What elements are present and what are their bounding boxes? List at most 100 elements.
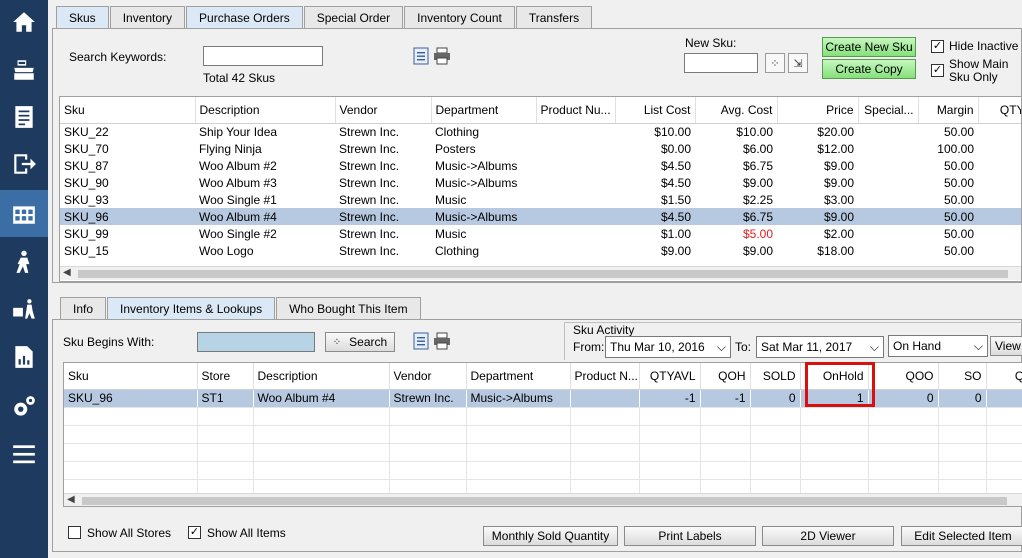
barcode-scan-icon[interactable]: ⇲ (788, 53, 808, 73)
search-keywords-input[interactable] (203, 46, 323, 66)
item-column-header[interactable]: Store (197, 363, 254, 390)
sku-table-cell (858, 191, 918, 208)
activity-mode-select[interactable]: On Hand ⌵ (888, 335, 988, 357)
sku-table-row[interactable]: SKU_70 Flying Ninja Strewn Inc. Posters $0.0… (60, 140, 1021, 157)
create-new-sku-button[interactable]: Create New Sku (822, 37, 916, 57)
sku-column-header[interactable]: Price (777, 97, 859, 124)
sku-begins-with-input[interactable] (197, 332, 315, 352)
tab-special-order[interactable]: Special Order (303, 6, 404, 28)
generate-sku-icon[interactable]: ⁘ (765, 53, 785, 73)
logout-icon (14, 154, 36, 174)
print-labels-button[interactable]: Print Labels (624, 526, 756, 546)
empty-cell (868, 425, 939, 444)
item-column-header[interactable]: QTB (986, 363, 1022, 390)
print-icon[interactable] (432, 46, 452, 66)
tab-inventory-count[interactable]: Inventory Count (404, 6, 515, 28)
sku-table-cell: Strewn Inc. (339, 124, 400, 139)
item-table-cell: Strewn Inc. (389, 389, 467, 408)
empty-row (64, 443, 1022, 462)
tab-who-bought[interactable]: Who Bought This Item (276, 297, 421, 319)
sku-column-header[interactable]: Avg. Cost (695, 97, 778, 124)
view-button[interactable]: View (990, 336, 1022, 356)
hide-inactive-checkbox[interactable]: ✓ (931, 40, 944, 53)
sku-column-header[interactable]: Sku (60, 97, 196, 124)
sku-table-row[interactable]: SKU_87 Woo Album #2 Strewn Inc. Music->Albu… (60, 157, 1021, 174)
monthly-sold-quantity-button[interactable]: Monthly Sold Quantity (483, 526, 618, 546)
scroll-left-icon[interactable]: ◀ (63, 267, 71, 278)
scroll-thumb[interactable] (78, 270, 1008, 278)
item-column-header[interactable]: Product N... (570, 363, 640, 390)
new-sku-input[interactable] (684, 53, 758, 73)
item-column-header[interactable]: Vendor (389, 363, 467, 390)
search-button-label: Search (349, 335, 388, 349)
item-column-header[interactable]: QTYAVL (639, 363, 701, 390)
sku-table-row[interactable]: SKU_15 Woo Logo Strewn Inc. Clothing $9.00 $9… (60, 242, 1021, 259)
to-date-picker[interactable]: Sat Mar 11, 2017 ⌵ (756, 336, 884, 358)
sku-table-cell: Woo Album #3 (199, 175, 277, 190)
empty-row (64, 407, 1022, 426)
sku-table-cell: $6.75 (695, 208, 777, 225)
sidebar-register[interactable] (0, 48, 48, 92)
tab-inventory-items-lookups[interactable]: Inventory Items & Lookups (107, 297, 276, 319)
sku-table-cell: 100.00 (937, 141, 974, 156)
tab-transfers[interactable]: Transfers (515, 6, 593, 28)
tab-purchase-orders[interactable]: Purchase Orders (186, 6, 303, 28)
item-table-row[interactable]: SKU_96 ST1 Woo Album #4 Strewn Inc. Music->A… (64, 389, 1022, 408)
item-column-header[interactable]: SO (938, 363, 987, 390)
tab-skus[interactable]: Skus (56, 6, 109, 28)
sku-table-cell: SKU_96 (60, 208, 195, 225)
item-table-cell: -1 (700, 389, 751, 408)
empty-cell (389, 461, 467, 480)
sku-table-cell: $20.00 (817, 124, 854, 139)
sidebar-inventory[interactable] (0, 190, 48, 237)
item-grid-hscrollbar[interactable]: ◀ (64, 493, 1022, 506)
sidebar-settings[interactable] (0, 385, 48, 429)
item-column-header[interactable]: SOLD (750, 363, 801, 390)
lookup-print-icon[interactable] (432, 331, 452, 351)
sku-column-header[interactable]: Product Nu... (536, 97, 616, 124)
sku-table-row[interactable]: SKU_22 Ship Your Idea Strewn Inc. Clothing $… (60, 123, 1021, 140)
show-main-sku-checkbox[interactable]: ✓ (931, 64, 944, 77)
sidebar-invoice[interactable] (0, 95, 48, 139)
item-column-header[interactable]: Department (466, 363, 571, 390)
show-all-items-checkbox[interactable]: ✓ (188, 526, 201, 539)
sku-table-row[interactable]: SKU_90 Woo Album #3 Strewn Inc. Music->Albu… (60, 174, 1021, 191)
sku-table-row[interactable]: SKU_99 Woo Single #2 Strewn Inc. Music $1.00… (60, 225, 1021, 242)
edit-selected-item-button[interactable]: Edit Selected Item (901, 526, 1022, 546)
sku-column-header[interactable]: Margin (918, 97, 979, 124)
show-all-stores-checkbox[interactable] (68, 526, 81, 539)
sku-table-cell: Ship Your Idea (199, 124, 278, 139)
item-column-header[interactable]: QOH (700, 363, 751, 390)
sidebar-report[interactable] (0, 335, 48, 379)
lookup-document-icon[interactable] (411, 331, 431, 351)
item-column-header[interactable]: QOO (868, 363, 939, 390)
sku-column-header[interactable]: Special... (858, 97, 919, 124)
sku-column-header[interactable]: List Cost (615, 97, 696, 124)
sidebar-shipping[interactable] (0, 288, 48, 332)
tab-inventory[interactable]: Inventory (109, 6, 186, 28)
sku-table-row[interactable]: SKU_93 Woo Single #1 Strewn Inc. Music $1.50… (60, 191, 1021, 208)
search-button[interactable]: ⁘ Search (325, 332, 395, 352)
sidebar-logout[interactable] (0, 142, 48, 186)
item-column-header[interactable]: Sku (64, 363, 198, 390)
item-table-cell: 0 (938, 389, 987, 408)
sku-table-row[interactable]: SKU_96 Woo Album #4 Strewn Inc. Music->Albu… (60, 208, 1021, 225)
sku-table-cell: $12.00 (817, 141, 854, 156)
item-column-header[interactable]: Description (253, 363, 390, 390)
sku-column-header[interactable]: Description (195, 97, 336, 124)
sidebar-delivery[interactable] (0, 240, 48, 284)
sku-column-header[interactable]: QTYAVL (978, 97, 1021, 124)
sidebar-menu[interactable] (0, 432, 48, 476)
document-icon[interactable] (411, 46, 431, 66)
scroll-thumb[interactable] (82, 497, 1007, 505)
sku-column-header[interactable]: Vendor (335, 97, 432, 124)
sku-column-header[interactable]: Department (431, 97, 537, 124)
sku-grid-hscrollbar[interactable]: ◀ (60, 266, 1021, 280)
tab-info[interactable]: Info (60, 297, 107, 319)
2d-viewer-button[interactable]: 2D Viewer (762, 526, 894, 546)
item-column-header[interactable]: OnHold (800, 363, 869, 390)
sidebar-home[interactable] (0, 0, 48, 44)
from-date-picker[interactable]: Thu Mar 10, 2016 ⌵ (605, 336, 731, 358)
scroll-left-icon[interactable]: ◀ (67, 494, 75, 505)
create-copy-button[interactable]: Create Copy (822, 59, 916, 79)
